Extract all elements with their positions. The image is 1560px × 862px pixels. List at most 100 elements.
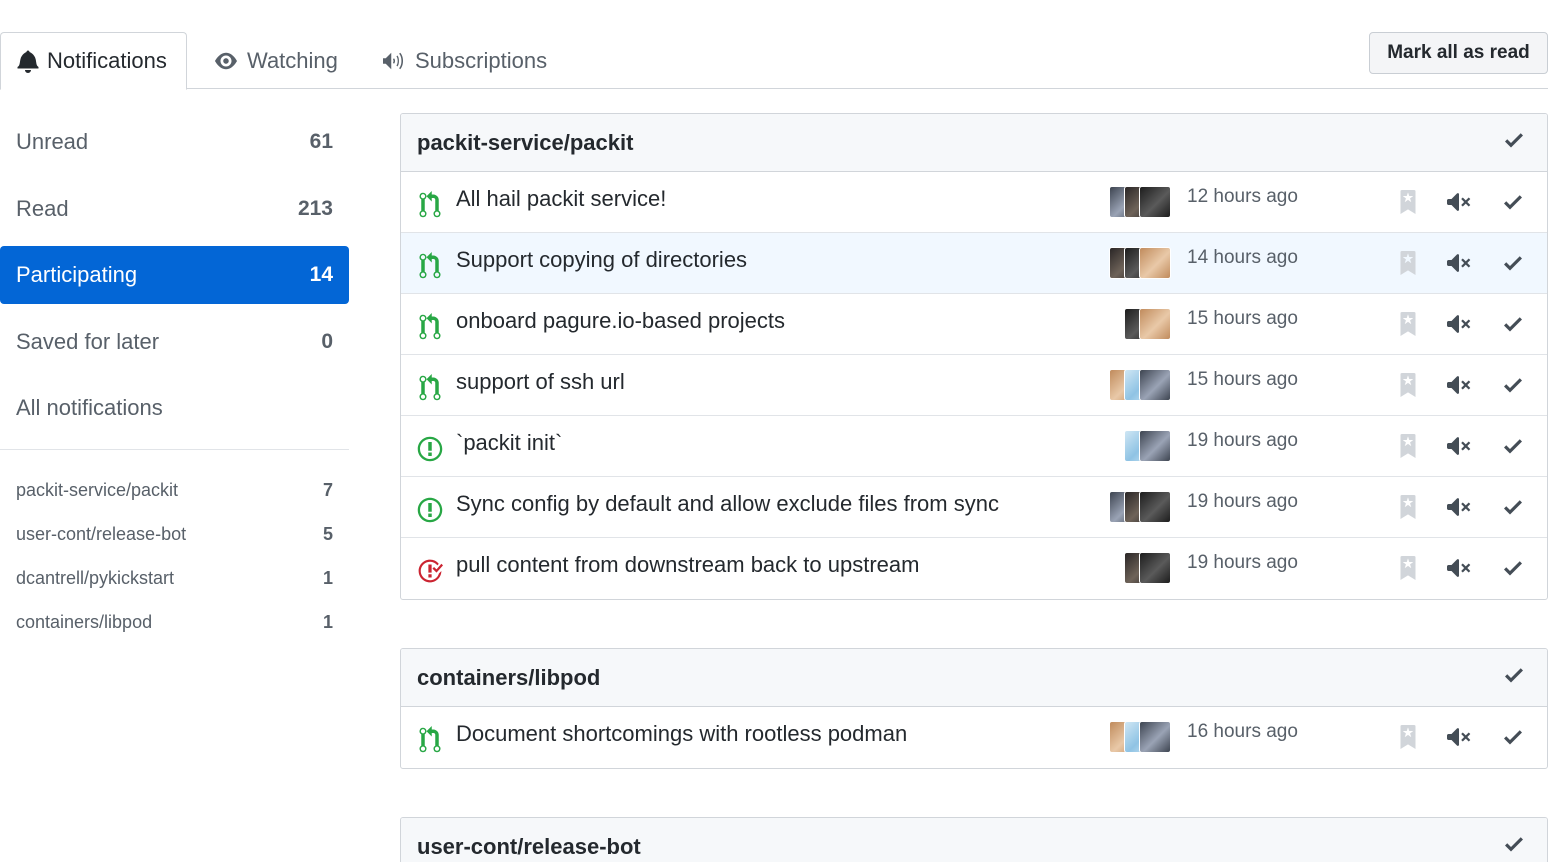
- notification-timestamp: 15 hours ago: [1187, 308, 1298, 329]
- unsubscribe-button[interactable]: [1445, 432, 1473, 460]
- filter-count: 14: [309, 263, 333, 286]
- save-for-later-button[interactable]: [1394, 188, 1422, 216]
- avatar[interactable]: [1139, 552, 1171, 584]
- repo-filter-item[interactable]: user-cont/release-bot 5: [0, 512, 349, 556]
- repo-filter-item[interactable]: packit-service/packit 7: [0, 468, 349, 512]
- save-for-later-button[interactable]: [1394, 723, 1422, 751]
- mute-icon: [1447, 315, 1471, 333]
- notification-timestamp: 16 hours ago: [1187, 721, 1298, 742]
- save-for-later-button[interactable]: [1394, 371, 1422, 399]
- filter-unread[interactable]: Unread 61: [0, 113, 349, 171]
- notification-title-link[interactable]: Sync config by default and allow exclude…: [456, 491, 999, 517]
- unsubscribe-button[interactable]: [1445, 723, 1473, 751]
- save-for-later-button[interactable]: [1394, 310, 1422, 338]
- notification-title-link[interactable]: Document shortcomings with rootless podm…: [456, 721, 907, 747]
- filter-read[interactable]: Read 213: [0, 180, 349, 238]
- participant-avatars: [1109, 186, 1171, 218]
- notification-title-link[interactable]: support of ssh url: [456, 369, 625, 395]
- mark-as-read-button[interactable]: [1499, 188, 1527, 216]
- bookmark-icon: [1400, 312, 1416, 336]
- save-for-later-button[interactable]: [1394, 493, 1422, 521]
- avatar[interactable]: [1139, 721, 1171, 753]
- check-icon: [1504, 439, 1522, 454]
- mark-group-read-button[interactable]: [1503, 128, 1525, 157]
- unsubscribe-button[interactable]: [1445, 310, 1473, 338]
- filter-all-notifications[interactable]: All notifications: [0, 379, 349, 437]
- mark-as-read-button[interactable]: [1499, 371, 1527, 399]
- filter-saved-for-later[interactable]: Saved for later 0: [0, 313, 349, 371]
- mark-as-read-button[interactable]: [1499, 432, 1527, 460]
- mark-as-read-button[interactable]: [1499, 723, 1527, 751]
- mark-as-read-button[interactable]: [1499, 493, 1527, 521]
- notification-title-link[interactable]: onboard pagure.io-based projects: [456, 308, 785, 334]
- group-repo-link[interactable]: packit-service/packit: [417, 130, 633, 156]
- bookmark-icon: [1400, 434, 1416, 458]
- mark-as-read-button[interactable]: [1499, 310, 1527, 338]
- repo-filter-item[interactable]: dcantrell/pykickstart 1: [0, 556, 349, 600]
- repo-notification-group: packit-service/packit All hail packit ser…: [400, 113, 1548, 600]
- avatar[interactable]: [1139, 430, 1171, 462]
- notification-row[interactable]: pull content from downstream back to ups…: [401, 538, 1547, 599]
- tab-label: Notifications: [47, 48, 167, 73]
- avatar[interactable]: [1139, 369, 1171, 401]
- tab-watching[interactable]: Watching: [197, 32, 354, 89]
- notification-row[interactable]: support of ssh url 15 hours ago: [401, 355, 1547, 416]
- unsubscribe-button[interactable]: [1445, 188, 1473, 216]
- mark-as-read-button[interactable]: [1499, 554, 1527, 582]
- filter-label: Saved for later: [16, 328, 160, 354]
- notification-title-link[interactable]: pull content from downstream back to ups…: [456, 552, 919, 578]
- repo-notification-group: user-cont/release-bot: [400, 817, 1548, 862]
- mark-group-read-button[interactable]: [1503, 832, 1525, 861]
- avatar[interactable]: [1139, 308, 1171, 340]
- mark-as-read-button[interactable]: [1499, 249, 1527, 277]
- repo-filter-count: 1: [322, 567, 333, 588]
- participant-avatars: [1109, 721, 1171, 753]
- notification-row[interactable]: Document shortcomings with rootless podm…: [401, 707, 1547, 768]
- notification-title-link[interactable]: All hail packit service!: [456, 186, 666, 212]
- mute-icon: [1447, 559, 1471, 577]
- notification-row[interactable]: Sync config by default and allow exclude…: [401, 477, 1547, 538]
- notification-title-link[interactable]: `packit init`: [456, 430, 562, 456]
- filter-label: Read: [16, 195, 69, 221]
- tab-subscriptions[interactable]: Subscriptions: [365, 32, 563, 89]
- avatar[interactable]: [1139, 247, 1171, 279]
- notification-row[interactable]: `packit init` 19 hours ago: [401, 416, 1547, 477]
- tab-notifications[interactable]: Notifications: [0, 32, 187, 90]
- participant-avatars: [1124, 308, 1171, 340]
- avatar[interactable]: [1139, 186, 1171, 218]
- repo-filter-item[interactable]: containers/libpod 1: [0, 600, 349, 644]
- participant-avatars: [1124, 552, 1171, 584]
- unsubscribe-button[interactable]: [1445, 249, 1473, 277]
- notification-row[interactable]: Support copying of directories 14 hours a…: [401, 233, 1547, 294]
- eye-icon: [215, 52, 237, 69]
- unsubscribe-button[interactable]: [1445, 371, 1473, 399]
- bookmark-icon: [1400, 556, 1416, 580]
- filter-label: Unread: [16, 129, 89, 154]
- avatar[interactable]: [1139, 491, 1171, 523]
- save-for-later-button[interactable]: [1394, 432, 1422, 460]
- notification-title-link[interactable]: Support copying of directories: [456, 247, 747, 273]
- mark-group-read-button[interactable]: [1503, 663, 1525, 692]
- check-icon: [1504, 378, 1522, 393]
- issue-open-icon: [417, 496, 445, 524]
- group-repo-link[interactable]: user-cont/release-bot: [417, 834, 641, 860]
- save-for-later-button[interactable]: [1394, 249, 1422, 277]
- notification-row[interactable]: onboard pagure.io-based projects 15 hours…: [401, 294, 1547, 355]
- mark-all-as-read-button[interactable]: Mark all as read: [1369, 32, 1548, 74]
- unsubscribe-button[interactable]: [1445, 554, 1473, 582]
- tab-label: Subscriptions: [415, 47, 548, 73]
- mute-icon: [1447, 193, 1471, 211]
- filter-participating[interactable]: Participating 14: [0, 246, 349, 304]
- notification-timestamp: 19 hours ago: [1187, 491, 1298, 512]
- filter-count: 213: [297, 196, 333, 220]
- check-icon: [1504, 195, 1522, 210]
- save-for-later-button[interactable]: [1394, 554, 1422, 582]
- unsubscribe-button[interactable]: [1445, 493, 1473, 521]
- sidebar-divider: [0, 449, 349, 450]
- notification-row[interactable]: All hail packit service! 12 hours ago: [401, 172, 1547, 233]
- tab-label: Watching: [247, 47, 338, 73]
- bookmark-icon: [1400, 251, 1416, 275]
- pull-request-icon: [417, 374, 445, 402]
- group-repo-link[interactable]: containers/libpod: [417, 665, 600, 691]
- repo-filter-label: dcantrell/pykickstart: [16, 567, 175, 588]
